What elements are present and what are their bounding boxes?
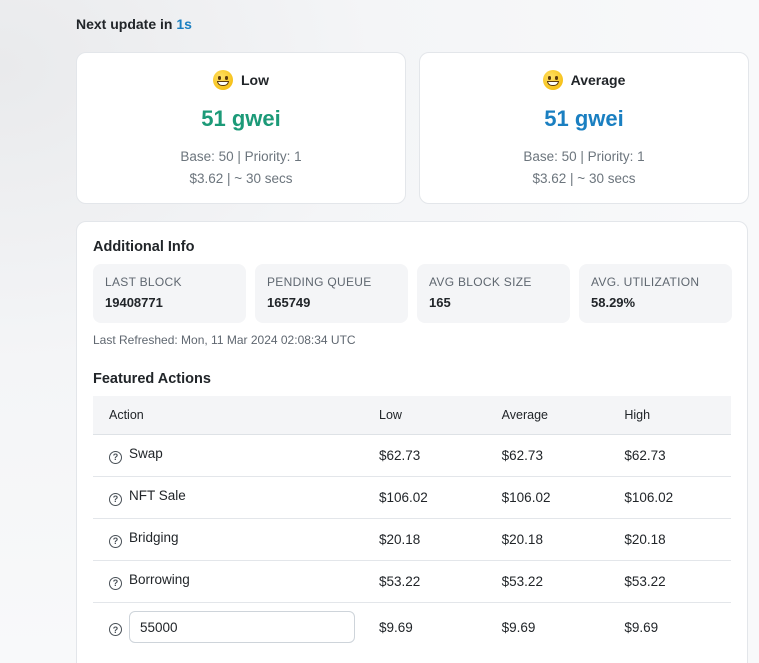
gas-card-label: Low: [241, 72, 269, 88]
additional-info-title: Additional Info: [93, 239, 195, 255]
gas-card-low: Low 51 gwei Base: 50 | Priority: 1 $3.62…: [76, 52, 406, 204]
cost-high: $53.22: [608, 560, 731, 603]
next-update-text: Next update in 1s: [76, 16, 192, 32]
stat-pending-queue: PENDING QUEUE 165749: [255, 264, 408, 323]
custom-gas-row: ? $9.69 $9.69 $9.69: [93, 602, 731, 652]
last-refreshed-text: Last Refreshed: Mon, 11 Mar 2024 02:08:3…: [93, 333, 356, 347]
cost-low: $62.73: [363, 434, 486, 477]
gas-card-label: Average: [570, 72, 626, 88]
help-circle-icon[interactable]: ?: [109, 576, 122, 590]
help-circle-icon[interactable]: ?: [109, 623, 122, 637]
column-header-low: Low: [363, 396, 486, 435]
cost-low: $20.18: [363, 518, 486, 561]
cost-average: $53.22: [485, 560, 609, 603]
table-row: ? Swap $62.73 $62.73 $62.73: [93, 434, 731, 477]
stat-label: AVG BLOCK SIZE: [429, 275, 532, 289]
table-row: ? Bridging $20.18 $20.18 $20.18: [93, 518, 731, 561]
gas-card-average: Average 51 gwei Base: 50 | Priority: 1 $…: [419, 52, 749, 204]
cost-low: $106.02: [363, 476, 486, 519]
stat-label: AVG. UTILIZATION: [591, 275, 700, 289]
cost-high: $9.69: [624, 619, 659, 635]
help-circle-icon[interactable]: ?: [109, 534, 122, 548]
stat-value: 19408771: [105, 295, 163, 310]
table-header-row: Action Low Average High: [93, 396, 731, 435]
gas-price: 51 gwei: [544, 106, 624, 131]
stat-value: 165: [429, 295, 451, 310]
base-priority-text: Base: 50 | Priority: 1: [180, 149, 302, 164]
next-update-countdown: 1s: [176, 16, 192, 32]
action-name: Bridging: [129, 530, 179, 546]
cost-high: $20.18: [608, 518, 731, 561]
cost-low: $53.22: [363, 560, 486, 603]
cost-high: $62.73: [608, 434, 731, 477]
cost-average: $9.69: [501, 619, 536, 635]
table-row: ? Borrowing $53.22 $53.22 $53.22: [93, 560, 731, 603]
help-circle-icon[interactable]: ?: [109, 450, 122, 464]
additional-info-card: Additional Info LAST BLOCK 19408771 PEND…: [76, 221, 748, 663]
cost-time-text: $3.62 | ~ 30 secs: [532, 171, 636, 186]
action-name: NFT Sale: [129, 488, 186, 504]
column-header-average: Average: [485, 396, 609, 435]
table-row: ? NFT Sale $106.02 $106.02 $106.02: [93, 476, 731, 519]
stat-label: LAST BLOCK: [105, 275, 182, 289]
stat-label: PENDING QUEUE: [267, 275, 372, 289]
action-name: Swap: [129, 446, 163, 462]
column-header-high: High: [608, 396, 731, 435]
help-circle-icon[interactable]: ?: [109, 492, 122, 506]
next-update-label: Next update in: [76, 16, 173, 32]
featured-actions-table: Action Low Average High ? Swap $62.73 $62…: [93, 396, 731, 652]
cost-high: $106.02: [608, 476, 731, 519]
column-header-action: Action: [93, 396, 363, 435]
stat-avg-utilization: AVG. UTILIZATION 58.29%: [579, 264, 732, 323]
cost-low: $9.69: [379, 619, 413, 635]
grinning-face-icon: [213, 70, 233, 90]
stat-value: 58.29%: [591, 295, 636, 310]
stats-row: LAST BLOCK 19408771 PENDING QUEUE 165749…: [93, 264, 732, 323]
smiling-face-icon: [542, 70, 563, 90]
custom-gas-limit-input[interactable]: [129, 611, 355, 644]
stat-avg-block-size: AVG BLOCK SIZE 165: [417, 264, 570, 323]
stat-last-block: LAST BLOCK 19408771: [93, 264, 246, 323]
featured-actions-title: Featured Actions: [93, 371, 211, 387]
gas-price: 51 gwei: [201, 106, 281, 131]
action-name: Borrowing: [129, 572, 190, 588]
stat-value: 165749: [267, 295, 311, 310]
cost-average: $20.18: [485, 518, 609, 561]
cost-average: $106.02: [485, 476, 609, 519]
base-priority-text: Base: 50 | Priority: 1: [523, 149, 645, 164]
cost-time-text: $3.62 | ~ 30 secs: [189, 171, 293, 186]
cost-average: $62.73: [485, 434, 609, 477]
